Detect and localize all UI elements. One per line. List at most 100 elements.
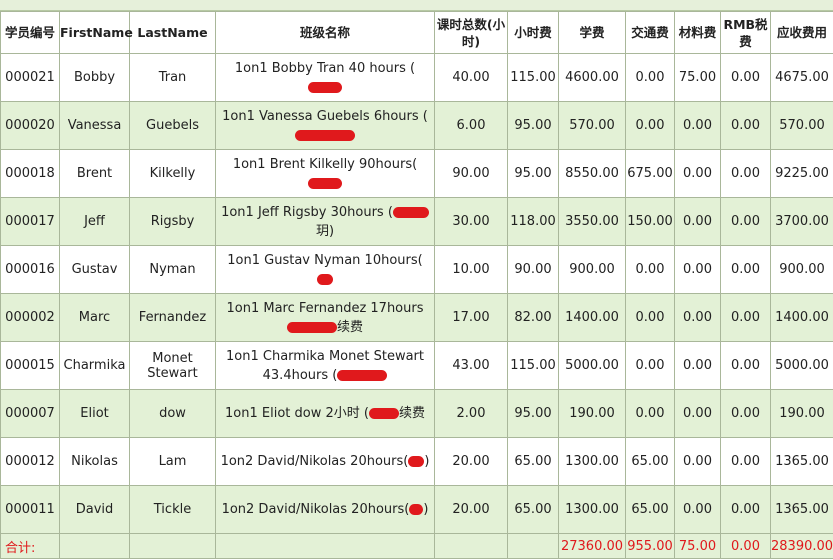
last-name-cell: dow bbox=[129, 389, 216, 438]
col-header-last-name[interactable]: LastName bbox=[129, 11, 216, 54]
rate-cell: 118.00 bbox=[507, 197, 559, 246]
hours-cell: 40.00 bbox=[434, 53, 508, 102]
hours-cell: 20.00 bbox=[434, 437, 508, 486]
rate-cell: 115.00 bbox=[507, 341, 559, 390]
total-cell: 4675.00 bbox=[770, 53, 833, 102]
col-header-first-name[interactable]: FirstName bbox=[59, 11, 133, 54]
tuition-cell: 1300.00 bbox=[558, 437, 626, 486]
col-header-class-name[interactable]: 班级名称 bbox=[215, 11, 435, 54]
tuition-cell: 1300.00 bbox=[558, 485, 626, 534]
transport-cell: 65.00 bbox=[625, 485, 675, 534]
tuition-cell: 8550.00 bbox=[558, 149, 626, 198]
totals-empty bbox=[434, 533, 508, 559]
total-cell: 5000.00 bbox=[770, 341, 833, 390]
redaction-mark bbox=[408, 456, 425, 467]
class-name-cell: 1on1 Jeff Rigsby 30hours (玥) bbox=[215, 197, 435, 246]
student-id-cell: 000007 bbox=[0, 389, 60, 438]
tax-cell: 0.00 bbox=[720, 197, 771, 246]
redaction-mark bbox=[295, 129, 355, 141]
material-cell: 0.00 bbox=[674, 197, 721, 246]
total-cell: 1365.00 bbox=[770, 437, 833, 486]
class-name-cell: 1on1 Brent Kilkelly 90hours( bbox=[215, 149, 435, 198]
rate-cell: 65.00 bbox=[507, 437, 559, 486]
first-name-cell: Charmika bbox=[59, 341, 130, 390]
class-name-cell: 1on1 Eliot dow 2小时 (续费 bbox=[215, 389, 435, 438]
last-name-cell: Tran bbox=[129, 53, 216, 102]
table-row[interactable]: 000017 Jeff Rigsby 1on1 Jeff Rigsby 30hours… bbox=[0, 197, 833, 246]
first-name-cell: David bbox=[59, 485, 130, 534]
tax-cell: 0.00 bbox=[720, 341, 771, 390]
total-cell: 9225.00 bbox=[770, 149, 833, 198]
transport-cell: 0.00 bbox=[625, 293, 675, 342]
material-cell: 0.00 bbox=[674, 101, 721, 150]
table-row[interactable]: 000002 Marc Fernandez 1on1 Marc Fernandez 1… bbox=[0, 293, 833, 342]
tuition-cell: 4600.00 bbox=[558, 53, 626, 102]
hours-cell: 30.00 bbox=[434, 197, 508, 246]
last-name-cell: Fernandez bbox=[129, 293, 216, 342]
table-row[interactable]: 000012 Nikolas Lam 1on2 David/Nikolas 20hou… bbox=[0, 437, 833, 486]
table-row[interactable]: 000015 Charmika Monet Stewart 1on1 Charmika… bbox=[0, 341, 833, 390]
col-header-tuition[interactable]: 学费 bbox=[558, 11, 626, 54]
class-name-cell: 1on2 David/Nikolas 20hours() bbox=[215, 437, 435, 486]
totals-row: 合计: 27360.00 955.00 75.00 0.00 28390.00 bbox=[0, 533, 833, 559]
student-id-cell: 000002 bbox=[0, 293, 60, 342]
col-header-id[interactable]: 学员编号 bbox=[0, 11, 60, 54]
col-header-transport[interactable]: 交通费 bbox=[625, 11, 675, 54]
total-cell: 900.00 bbox=[770, 245, 833, 294]
tax-cell: 0.00 bbox=[720, 245, 771, 294]
material-cell: 0.00 bbox=[674, 341, 721, 390]
rate-cell: 95.00 bbox=[507, 101, 559, 150]
table-row[interactable]: 000016 Gustav Nyman 1on1 Gustav Nyman 10hou… bbox=[0, 245, 833, 294]
rate-cell: 95.00 bbox=[507, 149, 559, 198]
redaction-mark bbox=[308, 81, 342, 93]
col-header-rate[interactable]: 小时费 bbox=[507, 11, 559, 54]
material-cell: 0.00 bbox=[674, 485, 721, 534]
total-cell: 1400.00 bbox=[770, 293, 833, 342]
totals-material: 75.00 bbox=[674, 533, 721, 559]
hours-cell: 17.00 bbox=[434, 293, 508, 342]
tuition-cell: 5000.00 bbox=[558, 341, 626, 390]
last-name-cell: Nyman bbox=[129, 245, 216, 294]
hours-cell: 6.00 bbox=[434, 101, 508, 150]
col-header-hours[interactable]: 课时总数(小时) bbox=[434, 11, 508, 54]
redaction-mark bbox=[409, 504, 424, 515]
totals-transport: 955.00 bbox=[625, 533, 675, 559]
col-header-total[interactable]: 应收费用 bbox=[770, 11, 833, 54]
last-name-cell: Rigsby bbox=[129, 197, 216, 246]
material-cell: 0.00 bbox=[674, 245, 721, 294]
totals-total: 28390.00 bbox=[770, 533, 833, 559]
rate-cell: 65.00 bbox=[507, 485, 559, 534]
student-id-cell: 000021 bbox=[0, 53, 60, 102]
student-id-cell: 000016 bbox=[0, 245, 60, 294]
material-cell: 75.00 bbox=[674, 53, 721, 102]
table-row[interactable]: 000018 Brent Kilkelly 1on1 Brent Kilkelly 9… bbox=[0, 149, 833, 198]
transport-cell: 150.00 bbox=[625, 197, 675, 246]
first-name-cell: Bobby bbox=[59, 53, 130, 102]
tuition-cell: 3550.00 bbox=[558, 197, 626, 246]
redaction-mark bbox=[368, 408, 399, 419]
table-row[interactable]: 000021 Bobby Tran 1on1 Bobby Tran 40 hours … bbox=[0, 53, 833, 102]
tax-cell: 0.00 bbox=[720, 293, 771, 342]
rate-cell: 90.00 bbox=[507, 245, 559, 294]
transport-cell: 0.00 bbox=[625, 53, 675, 102]
transport-cell: 0.00 bbox=[625, 245, 675, 294]
class-name-cell: 1on1 Gustav Nyman 10hours( bbox=[215, 245, 435, 294]
rate-cell: 82.00 bbox=[507, 293, 559, 342]
col-header-tax[interactable]: RMB税费 bbox=[720, 11, 771, 54]
totals-empty bbox=[59, 533, 130, 559]
hours-cell: 2.00 bbox=[434, 389, 508, 438]
first-name-cell: Jeff bbox=[59, 197, 130, 246]
header-row: 学员编号 FirstName LastName 班级名称 课时总数(小时) 小时… bbox=[0, 11, 833, 54]
tax-cell: 0.00 bbox=[720, 53, 771, 102]
first-name-cell: Vanessa bbox=[59, 101, 130, 150]
table-row[interactable]: 000020 Vanessa Guebels 1on1 Vanessa Guebels… bbox=[0, 101, 833, 150]
class-name-cell: 1on1 Charmika Monet Stewart 43.4hours ( bbox=[215, 341, 435, 390]
hours-cell: 20.00 bbox=[434, 485, 508, 534]
table-row[interactable]: 000007 Eliot dow 1on1 Eliot dow 2小时 (续费 2.00… bbox=[0, 389, 833, 438]
totals-tuition: 27360.00 bbox=[558, 533, 626, 559]
table-row[interactable]: 000011 David Tickle 1on2 David/Nikolas 20ho… bbox=[0, 485, 833, 534]
col-header-material[interactable]: 材料费 bbox=[674, 11, 721, 54]
transport-cell: 0.00 bbox=[625, 101, 675, 150]
total-cell: 1365.00 bbox=[770, 485, 833, 534]
student-id-cell: 000018 bbox=[0, 149, 60, 198]
